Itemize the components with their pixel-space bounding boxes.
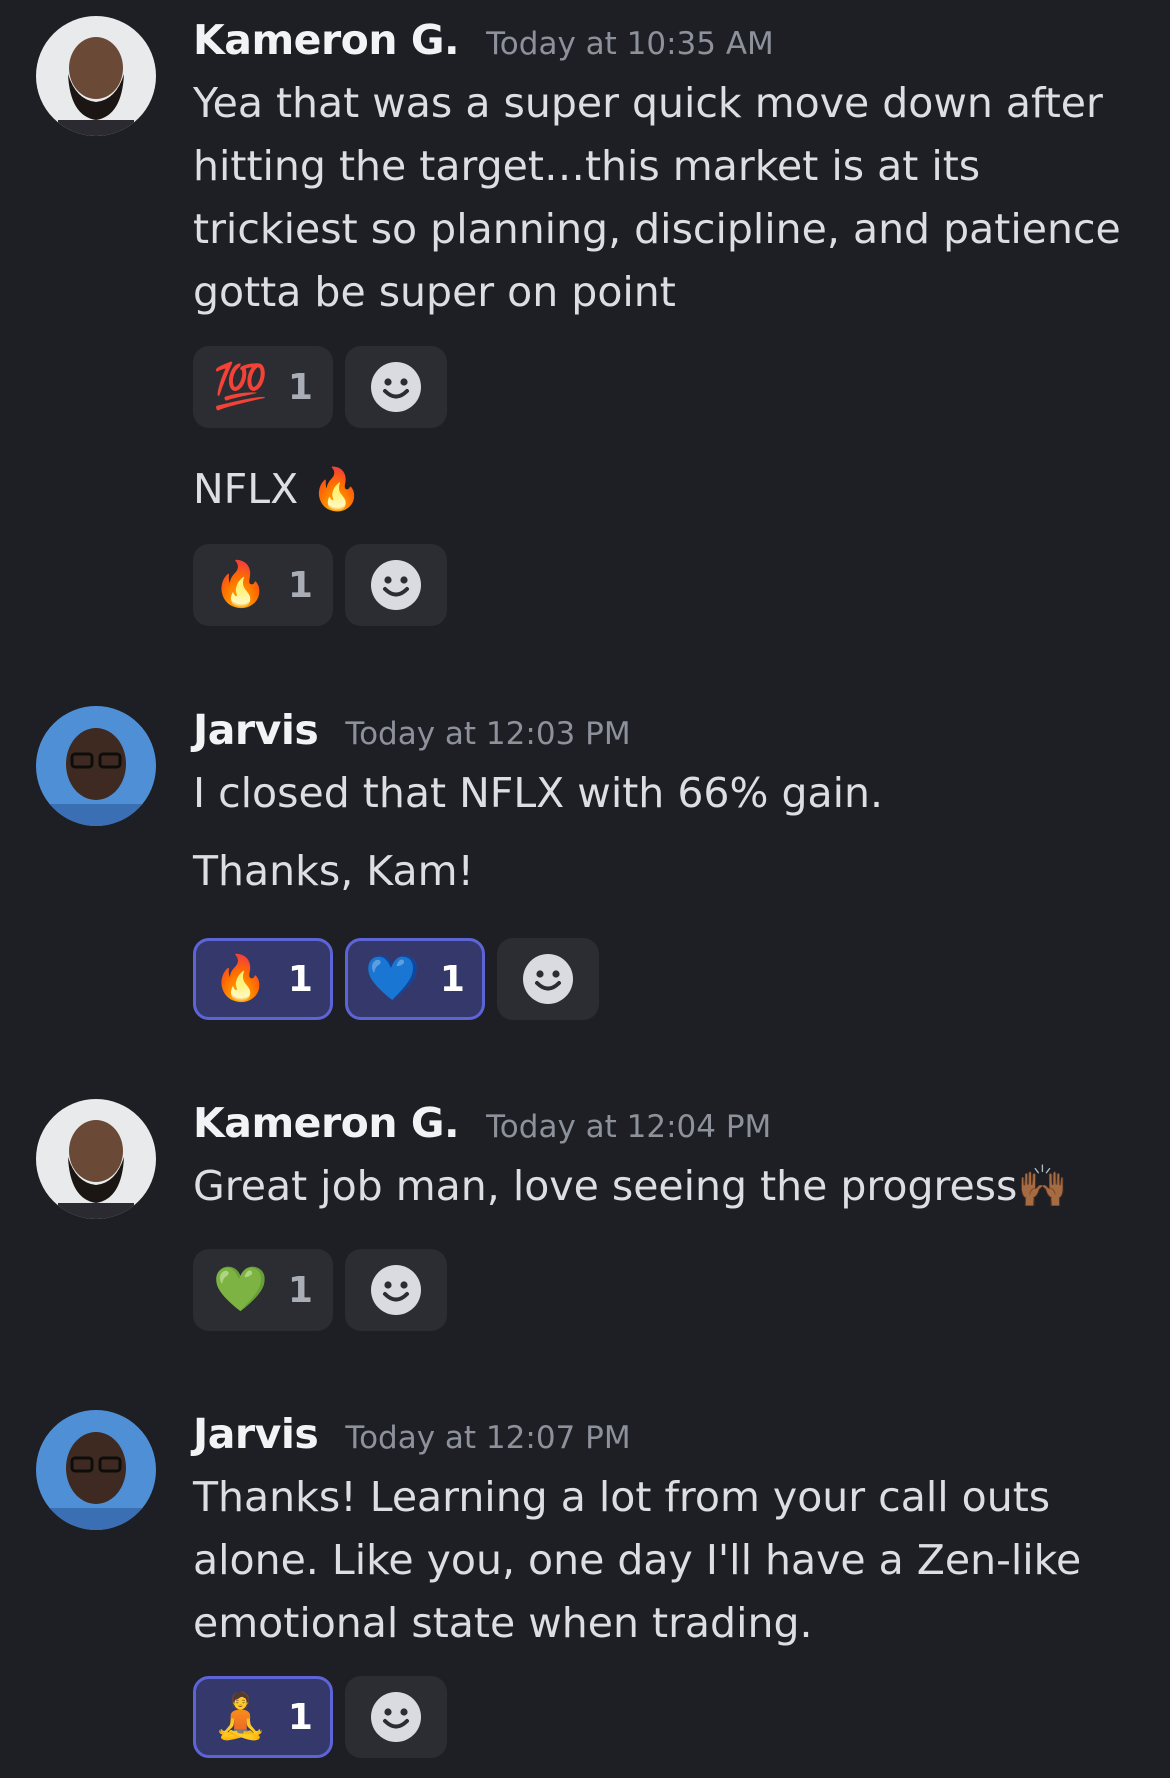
fire-icon: 🔥	[213, 953, 268, 1004]
add-reaction-button[interactable]	[497, 938, 599, 1020]
reaction-fire[interactable]: 🔥 1	[193, 544, 333, 626]
avatar-kameron[interactable]	[36, 1099, 156, 1219]
reaction-fire[interactable]: 🔥 1	[193, 938, 333, 1020]
reaction-count: 1	[287, 564, 313, 606]
smiley-add-reaction-icon	[371, 1265, 421, 1315]
reaction-100[interactable]: 💯 1	[193, 346, 333, 428]
author-name[interactable]: Kameron G.	[193, 16, 460, 64]
smiley-add-reaction-icon	[523, 954, 573, 1004]
author-name[interactable]: Jarvis	[193, 706, 319, 754]
message-header: Kameron G. Today at 10:35 AM	[193, 16, 774, 64]
reaction-count: 1	[287, 1696, 313, 1738]
add-reaction-button[interactable]	[345, 1249, 447, 1331]
reaction-bar: 🔥 1 💙 1	[193, 938, 599, 1020]
reaction-green-heart[interactable]: 💚 1	[193, 1249, 333, 1331]
smiley-add-reaction-icon	[371, 560, 421, 610]
reaction-bar: 💯 1	[193, 346, 447, 428]
timestamp: Today at 12:03 PM	[345, 716, 631, 752]
reaction-bar: 💚 1	[193, 1249, 447, 1331]
reaction-count: 1	[287, 366, 313, 408]
timestamp: Today at 12:04 PM	[486, 1109, 772, 1145]
message-text: Thanks, Kam!	[193, 847, 474, 895]
message-text: I closed that NFLX with 66% gain.	[193, 769, 884, 817]
timestamp: Today at 10:35 AM	[486, 26, 774, 62]
reaction-bar: 🧘 1	[193, 1676, 447, 1758]
fire-icon: 🔥	[213, 559, 268, 610]
add-reaction-button[interactable]	[345, 1676, 447, 1758]
reaction-count: 1	[287, 1269, 313, 1311]
hundred-points-icon: 💯	[213, 361, 268, 412]
add-reaction-button[interactable]	[345, 544, 447, 626]
message-header: Jarvis Today at 12:03 PM	[193, 706, 631, 754]
person-in-lotus-position-icon: 🧘	[213, 1691, 268, 1742]
reaction-count: 1	[439, 958, 465, 1000]
avatar-kameron[interactable]	[36, 16, 156, 136]
chat-message-list: Kameron G. Today at 10:35 AM Yea that wa…	[0, 0, 1170, 1778]
author-name[interactable]: Kameron G.	[193, 1099, 460, 1147]
message-header: Kameron G. Today at 12:04 PM	[193, 1099, 771, 1147]
add-reaction-button[interactable]	[345, 346, 447, 428]
message-text: Great job man, love seeing the progress🙌…	[193, 1162, 1069, 1210]
timestamp: Today at 12:07 PM	[345, 1420, 631, 1456]
message-text: Thanks! Learning a lot from your call ou…	[193, 1473, 1082, 1647]
author-name[interactable]: Jarvis	[193, 1410, 319, 1458]
reaction-count: 1	[287, 958, 313, 1000]
reaction-lotus-position[interactable]: 🧘 1	[193, 1676, 333, 1758]
reaction-bar: 🔥 1	[193, 544, 447, 626]
smiley-add-reaction-icon	[371, 1692, 421, 1742]
blue-heart-icon: 💙	[365, 953, 420, 1004]
message-header: Jarvis Today at 12:07 PM	[193, 1410, 631, 1458]
message-text: Yea that was a super quick move down aft…	[193, 79, 1121, 316]
message-text: NFLX 🔥	[193, 465, 363, 513]
reaction-blue-heart[interactable]: 💙 1	[345, 938, 485, 1020]
avatar-jarvis[interactable]	[36, 1410, 156, 1530]
green-heart-icon: 💚	[213, 1264, 268, 1315]
avatar-jarvis[interactable]	[36, 706, 156, 826]
smiley-add-reaction-icon	[371, 362, 421, 412]
